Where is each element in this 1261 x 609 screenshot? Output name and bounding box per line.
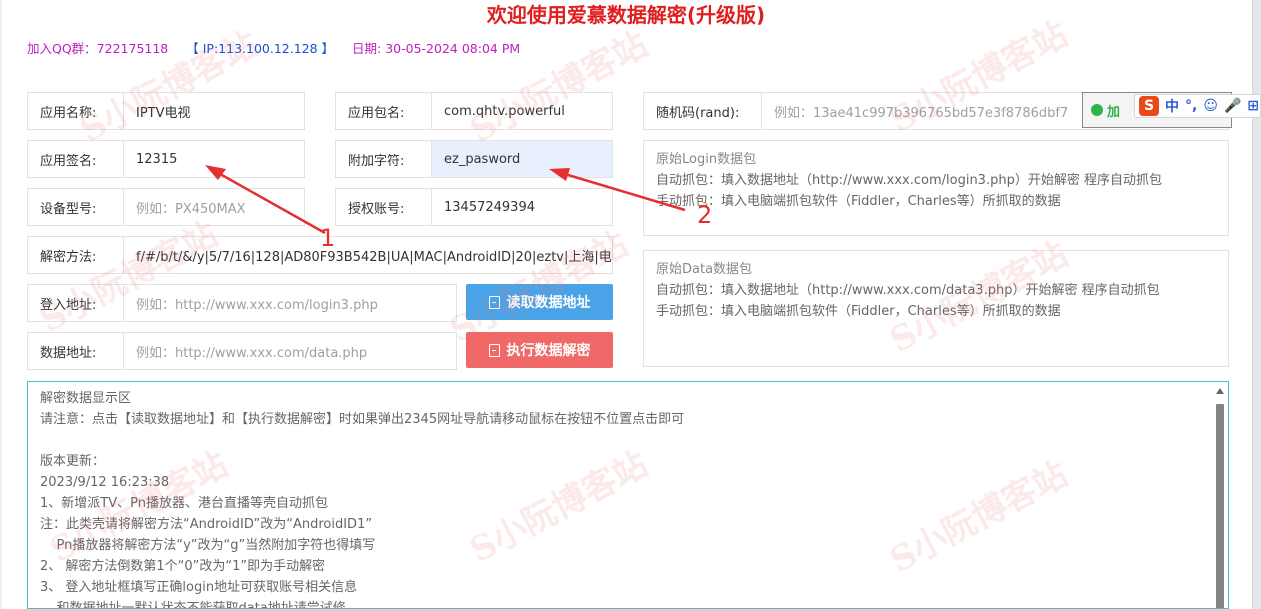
login-url-input[interactable]: 例如：http://www.xxx.com/login3.php bbox=[124, 285, 456, 321]
output-line: 2、 解密方法倒数第1个“0”改为“1”即为手动解密 bbox=[40, 559, 326, 574]
auth-account-field: 授权账号: 13457249394 bbox=[335, 188, 613, 226]
output-line: 2023/9/12 16:23:38 bbox=[40, 475, 170, 490]
output-line: 1、新增派TV、Pn播放器、港台直播等壳自动抓包 bbox=[40, 496, 328, 511]
ime-toolbox-icon[interactable]: ⊞ bbox=[1247, 98, 1259, 114]
data-url-label: 数据地址: bbox=[28, 333, 124, 369]
device-model-label: 设备型号: bbox=[28, 189, 124, 225]
ip-address: 【 IP:113.100.12.128 】 bbox=[186, 41, 335, 56]
ime-green-label: 加 bbox=[1107, 104, 1121, 120]
read-address-label: 读取数据地址 bbox=[506, 294, 591, 310]
data-packet-line1: 自动抓包：填入数据地址（http://www.xxx.com/data3.php… bbox=[656, 283, 1160, 298]
window-edge bbox=[1252, 0, 1261, 609]
app-name-label: 应用名称: bbox=[28, 93, 124, 129]
auth-account-input[interactable]: 13457249394 bbox=[432, 189, 612, 225]
app-name-input[interactable]: IPTV电视 bbox=[124, 93, 304, 129]
output-line: 3、 登入地址框填写正确login地址可获取账号相关信息 bbox=[40, 580, 358, 595]
data-packet-line2: 手动抓包：填入电脑端抓包软件（Fiddler，Charles等）所抓取的数据 bbox=[656, 304, 1061, 319]
extra-chars-label: 附加字符: bbox=[336, 141, 432, 177]
annotation-number-2: 2 bbox=[697, 201, 713, 229]
run-decrypt-button[interactable]: 执行数据解密 bbox=[466, 332, 613, 368]
output-line: 解密数据显示区 bbox=[40, 391, 132, 406]
decrypt-method-label: 解密方法: bbox=[28, 237, 124, 273]
app-signature-label: 应用签名: bbox=[28, 141, 124, 177]
output-line: 注：此类壳请将解密方法“AndroidID”改为“AndroidID1” bbox=[40, 517, 373, 532]
random-code-label: 随机码(rand): bbox=[644, 93, 762, 129]
login-url-label: 登入地址: bbox=[28, 285, 124, 321]
output-line: 版本更新： bbox=[40, 454, 106, 469]
annotation-number-1: 1 bbox=[320, 224, 336, 252]
data-packet-head: 原始Data数据包 bbox=[656, 262, 753, 277]
scrollbar-thumb[interactable] bbox=[1216, 404, 1224, 608]
login-packet-line1: 自动抓包：填入数据地址（http://www.xxx.com/login3.ph… bbox=[656, 173, 1162, 188]
sogou-logo-icon[interactable]: S bbox=[1139, 96, 1159, 116]
output-line: 请注意：点击【读取数据地址】和【执行数据解密】时如果弹出2345网址导航请移动鼠… bbox=[40, 412, 685, 427]
login-packet-line2: 手动抓包：填入电脑端抓包软件（Fiddler，Charles等）所抓取的数据 bbox=[656, 194, 1061, 209]
scroll-up-arrow-icon[interactable] bbox=[1216, 388, 1224, 394]
extra-chars-input[interactable]: ez_pasword bbox=[432, 141, 612, 177]
qq-group: 加入QQ群：722175118 bbox=[27, 41, 169, 56]
decrypt-output-textarea[interactable]: 解密数据显示区 请注意：点击【读取数据地址】和【执行数据解密】时如果弹出2345… bbox=[27, 381, 1229, 609]
app-signature-field: 应用签名: 12315 bbox=[27, 140, 305, 178]
ime-floating-bar[interactable]: S 中 °, ☺ 🎤 ⊞ bbox=[1134, 94, 1261, 118]
output-line: Pn播放器将解密方法“y”改为“g”当然附加字符也得填写 bbox=[40, 538, 376, 553]
page-title: 欢迎使用爱慕数据解密(升级版) bbox=[486, 3, 766, 27]
package-name-input[interactable]: com.qhtv.powerful bbox=[432, 93, 612, 129]
read-address-button[interactable]: 读取数据地址 bbox=[466, 284, 613, 320]
package-name-label: 应用包名: bbox=[336, 93, 432, 129]
auth-account-label: 授权账号: bbox=[336, 189, 432, 225]
document-icon bbox=[488, 295, 500, 309]
ime-green-icon bbox=[1091, 104, 1103, 116]
login-url-field: 登入地址: 例如：http://www.xxx.com/login3.php bbox=[27, 284, 457, 322]
date-display: 日期: 30-05-2024 08:04 PM bbox=[352, 41, 521, 56]
decrypt-method-input[interactable]: f/#/b/t/&/y|5/7/16|128|AD80F93B542B|UA|M… bbox=[124, 237, 612, 273]
ime-emoji-icon[interactable]: ☺ bbox=[1203, 98, 1218, 114]
login-packet-head: 原始Login数据包 bbox=[656, 152, 757, 167]
package-name-field: 应用包名: com.qhtv.powerful bbox=[335, 92, 613, 130]
extra-chars-field: 附加字符: ez_pasword bbox=[335, 140, 613, 178]
info-bar: 加入QQ群：722175118 【 IP:113.100.12.128 】 日期… bbox=[27, 38, 534, 57]
run-decrypt-label: 执行数据解密 bbox=[506, 342, 591, 358]
output-line: 和数据地址一默认状态不能获取data地址请尝试修 bbox=[40, 601, 346, 609]
document-icon bbox=[488, 343, 500, 357]
app-name-field: 应用名称: IPTV电视 bbox=[27, 92, 305, 130]
ime-punctuation-toggle[interactable]: °, bbox=[1185, 98, 1197, 114]
data-packet-textarea[interactable]: 原始Data数据包 自动抓包：填入数据地址（http://www.xxx.com… bbox=[643, 250, 1229, 367]
device-model-input[interactable]: 例如：PX450MAX bbox=[124, 189, 304, 225]
data-url-field: 数据地址: 例如：http://www.xxx.com/data.php bbox=[27, 332, 457, 370]
ime-voice-icon[interactable]: 🎤 bbox=[1224, 98, 1241, 114]
app-signature-input[interactable]: 12315 bbox=[124, 141, 304, 177]
ime-chinese-toggle[interactable]: 中 bbox=[1165, 96, 1179, 116]
data-url-input[interactable]: 例如：http://www.xxx.com/data.php bbox=[124, 333, 456, 369]
login-packet-textarea[interactable]: 原始Login数据包 自动抓包：填入数据地址（http://www.xxx.co… bbox=[643, 140, 1229, 236]
device-model-field: 设备型号: 例如：PX450MAX bbox=[27, 188, 305, 226]
